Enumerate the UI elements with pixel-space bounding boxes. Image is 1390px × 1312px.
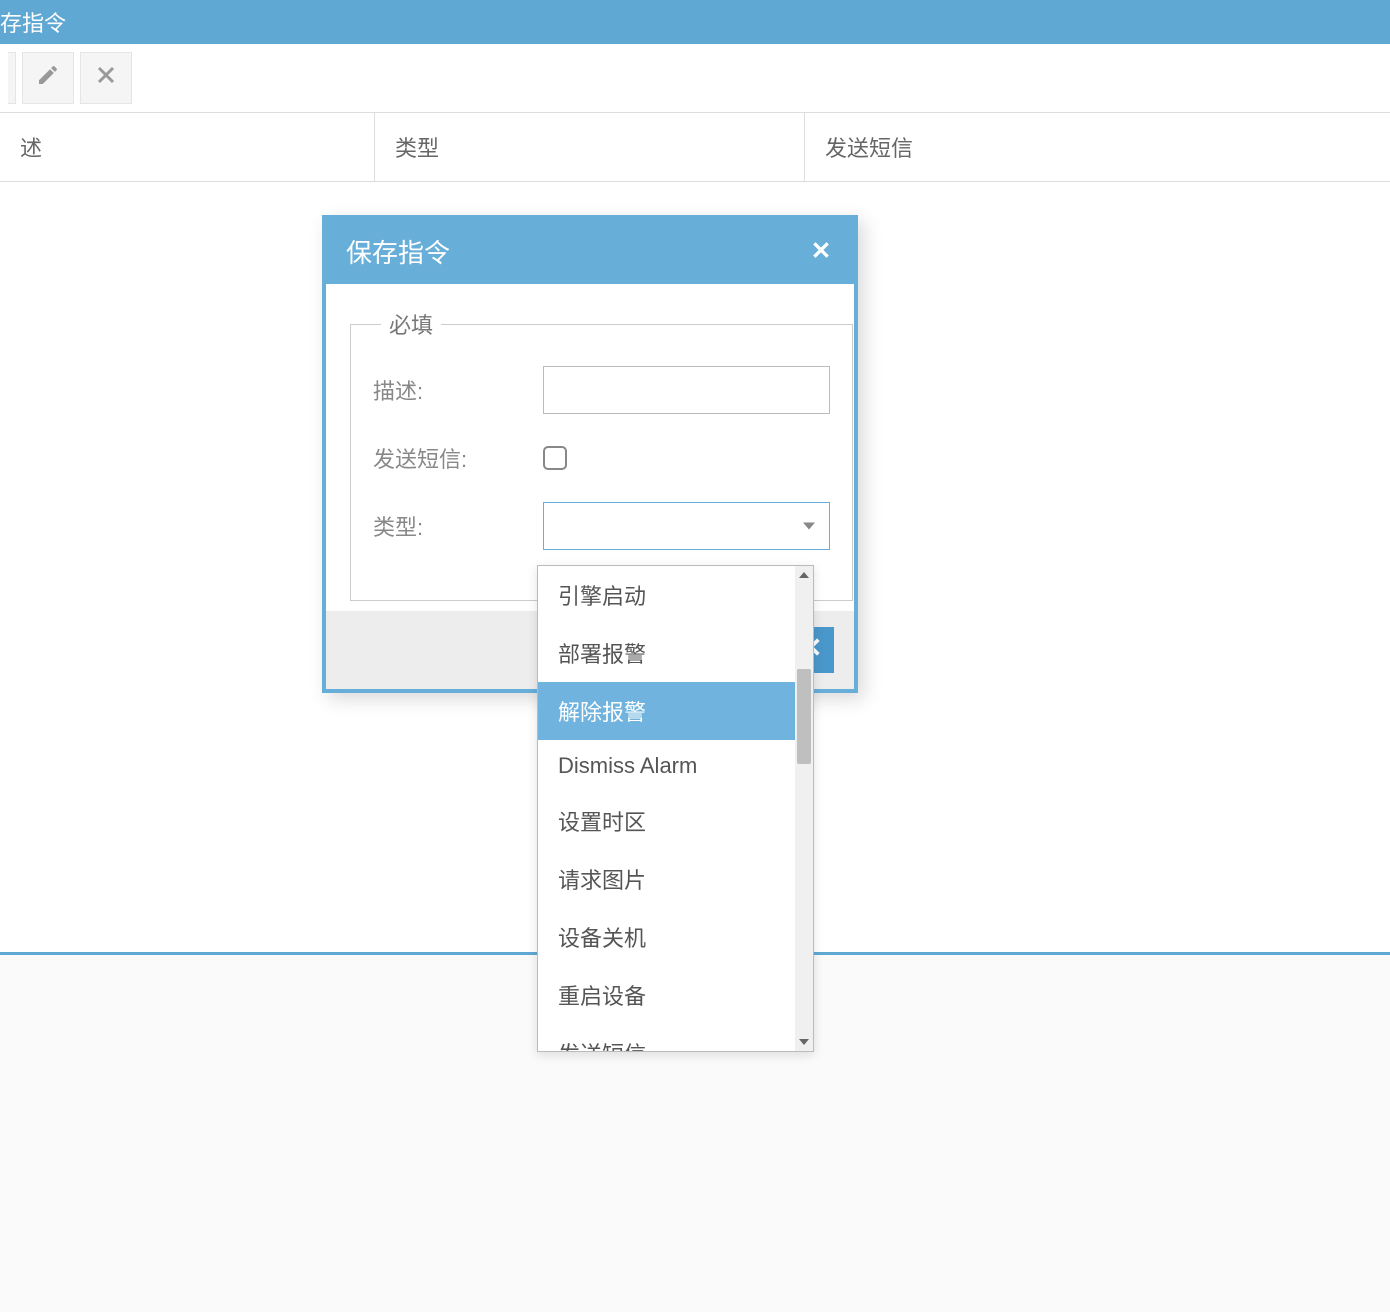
toolbar-button-partial[interactable] [8,52,16,104]
type-select[interactable] [543,502,830,550]
description-input[interactable] [543,366,830,414]
toolbar [0,44,1390,112]
chevron-down-icon [803,523,815,530]
dropdown-option[interactable]: 发送短信 [538,1024,813,1051]
dropdown-option[interactable]: 部署报警 [538,624,813,682]
description-label: 描述: [373,374,543,406]
dropdown-option[interactable]: 设备关机 [538,908,813,966]
required-fieldset: 必填 描述: 发送短信: 类型: [350,308,853,601]
triangle-up-icon [799,572,809,578]
dialog-close-button[interactable] [808,239,834,265]
dropdown-option[interactable]: 设置时区 [538,792,813,850]
scroll-up-button[interactable] [795,566,813,584]
column-type[interactable]: 类型 [375,113,805,181]
close-icon [811,236,831,267]
type-label: 类型: [373,510,543,542]
close-icon [94,63,118,93]
page-header: 存指令 [0,0,1390,44]
scroll-thumb[interactable] [797,669,811,764]
scroll-down-button[interactable] [795,1033,813,1051]
delete-button[interactable] [80,52,132,104]
dropdown-option[interactable]: Dismiss Alarm [538,740,813,792]
dropdown-option[interactable]: 请求图片 [538,850,813,908]
pencil-icon [36,63,60,93]
dropdown-option[interactable]: 引擎启动 [538,566,813,624]
dropdown-option[interactable]: 解除报警 [538,682,813,740]
triangle-down-icon [799,1039,809,1045]
sms-row: 发送短信: [373,442,830,474]
dropdown-option[interactable]: 重启设备 [538,966,813,1024]
sms-label: 发送短信: [373,442,543,474]
page-header-title: 存指令 [0,6,66,38]
column-send-sms[interactable]: 发送短信 [805,113,1390,181]
type-dropdown-list: 引擎启动部署报警解除报警Dismiss Alarm设置时区请求图片设备关机重启设… [537,565,814,1052]
description-row: 描述: [373,366,830,414]
edit-button[interactable] [22,52,74,104]
scroll-track[interactable] [795,584,813,1033]
dialog-header: 保存指令 [326,219,854,284]
dropdown-scrollbar[interactable] [795,566,813,1051]
content-area: 保存指令 必填 描述: 发送短信: [0,182,1390,952]
table-header-row: 述 类型 发送短信 [0,112,1390,182]
dropdown-inner: 引擎启动部署报警解除报警Dismiss Alarm设置时区请求图片设备关机重启设… [538,566,813,1051]
type-row: 类型: [373,502,830,550]
fieldset-legend: 必填 [381,308,441,340]
dialog-body: 必填 描述: 发送短信: 类型: [326,284,854,611]
sms-checkbox[interactable] [543,446,567,470]
dialog-title: 保存指令 [346,233,450,270]
column-description[interactable]: 述 [0,113,375,181]
